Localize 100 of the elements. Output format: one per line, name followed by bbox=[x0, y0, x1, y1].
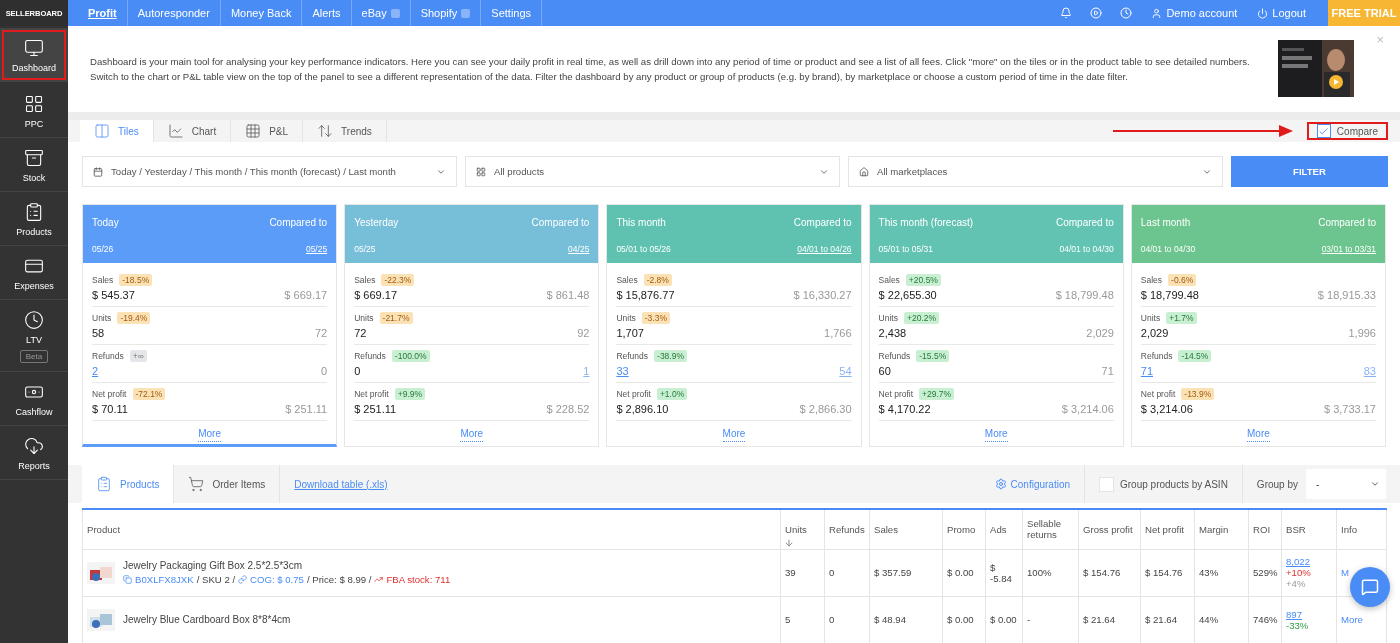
metric-label: Units bbox=[354, 313, 374, 323]
metric-value: 1,707 bbox=[616, 327, 644, 339]
change-percent: +20.2% bbox=[903, 312, 940, 324]
more-link[interactable]: More bbox=[984, 424, 1008, 442]
column-header[interactable]: Ads bbox=[985, 509, 1023, 549]
compared-date-link[interactable]: 05/25 bbox=[269, 244, 328, 263]
settings-icon bbox=[994, 478, 1007, 490]
more-link[interactable]: More bbox=[460, 424, 484, 442]
view-tab[interactable]: P&L bbox=[231, 120, 304, 142]
compared-label: Compared to bbox=[531, 217, 590, 230]
column-header[interactable]: Sellable returns bbox=[1022, 509, 1079, 549]
metric-label: Net profit bbox=[878, 389, 914, 399]
metric-value: $ 669.17 bbox=[354, 289, 397, 301]
change-percent: -18.5% bbox=[119, 274, 153, 286]
metric-value: $ 545.37 bbox=[92, 289, 135, 301]
compared-label: Compared to bbox=[269, 217, 328, 230]
asin-link[interactable]: B0XLFX8JXK bbox=[135, 574, 194, 585]
group-asin-checkbox[interactable]: Group products by ASIN bbox=[1085, 465, 1243, 503]
table-cell: 0 bbox=[824, 549, 870, 596]
view-tab[interactable]: Tiles bbox=[80, 120, 154, 142]
tile-date: 04/01 to 04/30 bbox=[1140, 244, 1197, 256]
box-icon bbox=[24, 148, 44, 168]
products-select[interactable]: All products bbox=[465, 156, 840, 187]
more-link[interactable]: More bbox=[1341, 614, 1363, 625]
table-cell: 100% bbox=[1022, 549, 1079, 596]
user-icon bbox=[1151, 7, 1163, 19]
change-percent: -19.4% bbox=[117, 312, 151, 324]
metric-label: Refunds bbox=[354, 351, 386, 361]
metric-link[interactable]: 33 bbox=[616, 365, 629, 377]
column-header[interactable]: Units bbox=[780, 509, 825, 549]
power-icon bbox=[1257, 7, 1269, 19]
caret-icon bbox=[1370, 479, 1380, 489]
download-link[interactable]: Download table (.xls) bbox=[294, 478, 388, 490]
logout-link[interactable]: Logout bbox=[1247, 7, 1316, 19]
metric-value: $ 18,799.48 bbox=[1140, 289, 1199, 301]
clipboard-icon bbox=[96, 476, 112, 492]
metric-label: Units bbox=[616, 313, 636, 323]
column-header[interactable]: Refunds bbox=[824, 509, 870, 549]
cog-link[interactable]: COG: $ 0.75 bbox=[250, 574, 304, 585]
free-trial-button[interactable]: FREE TRIAL bbox=[1328, 0, 1400, 26]
column-header[interactable]: ROI bbox=[1248, 509, 1282, 549]
column-header[interactable]: Sales bbox=[869, 509, 943, 549]
sidebar-item[interactable]: Dashboard bbox=[0, 28, 68, 82]
compare-value: $ 251.11 bbox=[285, 403, 328, 415]
table-cell: $ 357.59 bbox=[869, 549, 943, 596]
view-tab[interactable]: Chart bbox=[153, 120, 232, 142]
account-link[interactable]: Demo account bbox=[1141, 7, 1248, 19]
stock-link[interactable]: FBA stock: 711 bbox=[386, 574, 451, 585]
sidebar-label: Cashflow bbox=[15, 407, 53, 417]
compare-link[interactable]: 83 bbox=[1363, 365, 1376, 377]
column-header[interactable]: Gross profit bbox=[1078, 509, 1141, 549]
metric-label: Net profit bbox=[92, 389, 127, 399]
view-tab[interactable]: Trends bbox=[303, 120, 387, 142]
group-by-select[interactable]: - bbox=[1306, 469, 1386, 499]
more-link[interactable]: More bbox=[198, 424, 221, 442]
group-asin-label: Group products by ASIN bbox=[1120, 478, 1228, 490]
more-link[interactable]: M bbox=[1341, 567, 1349, 578]
compare-link[interactable]: 1 bbox=[583, 365, 590, 377]
compared-date-link[interactable]: 03/01 to 03/31 bbox=[1318, 244, 1376, 263]
compared-date-link[interactable]: 04/01 to 04/26 bbox=[793, 244, 852, 263]
metric-value: $ 4,170.22 bbox=[878, 403, 931, 415]
configuration-link[interactable]: Configuration bbox=[980, 465, 1085, 503]
bsr-link[interactable]: 8,022 bbox=[1286, 556, 1332, 567]
compare-value: $ 228.52 bbox=[546, 403, 590, 415]
product-name: Jewelry Packaging Gift Box 2.5*2.5*3cm bbox=[123, 560, 302, 571]
marketplaces-select[interactable]: All marketplaces bbox=[848, 156, 1223, 187]
change-percent: +20.5% bbox=[905, 274, 941, 286]
metric-label: Sales bbox=[354, 275, 376, 285]
cart-icon bbox=[188, 476, 205, 492]
table-tab[interactable]: Products bbox=[82, 465, 175, 503]
more-link[interactable]: More bbox=[1247, 424, 1270, 442]
table-icon bbox=[245, 123, 262, 139]
column-header[interactable]: Promo bbox=[942, 509, 986, 549]
column-header[interactable]: Info bbox=[1336, 509, 1387, 549]
compare-checkbox[interactable]: Compare bbox=[1306, 122, 1388, 140]
column-header[interactable]: BSR bbox=[1281, 509, 1337, 549]
compare-link[interactable]: 54 bbox=[839, 365, 852, 377]
metric-link[interactable]: 2 bbox=[92, 365, 99, 377]
grid-icon bbox=[476, 166, 486, 177]
compared-date-link[interactable]: 04/25 bbox=[531, 244, 590, 263]
change-percent: -72.1% bbox=[132, 388, 166, 400]
grid-icon bbox=[24, 94, 44, 114]
copy-icon bbox=[123, 575, 132, 584]
close-icon[interactable]: × bbox=[1376, 32, 1384, 47]
filter-button[interactable]: FILTER bbox=[1231, 156, 1388, 187]
beta-tag: Beta bbox=[19, 350, 49, 363]
column-header[interactable]: Net profit bbox=[1140, 509, 1195, 549]
metric-value: $ 70.11 bbox=[92, 403, 128, 415]
table-tab[interactable]: Order Items bbox=[174, 465, 281, 503]
column-header[interactable]: Margin bbox=[1194, 509, 1249, 549]
tile-date: 05/01 to 05/26 bbox=[616, 244, 672, 256]
metric-label: Units bbox=[1140, 313, 1161, 323]
metric-label: Refunds bbox=[1140, 351, 1173, 361]
home-icon bbox=[859, 166, 869, 177]
period-select[interactable]: Today / Yesterday / This month / This month (forecast) / Last month bbox=[82, 156, 457, 187]
bsr-link[interactable]: 897 bbox=[1286, 608, 1332, 620]
metric-link[interactable]: 71 bbox=[1140, 365, 1154, 377]
column-header[interactable]: Product bbox=[82, 509, 781, 549]
more-link[interactable]: More bbox=[722, 424, 746, 442]
checkbox[interactable] bbox=[1316, 124, 1331, 138]
